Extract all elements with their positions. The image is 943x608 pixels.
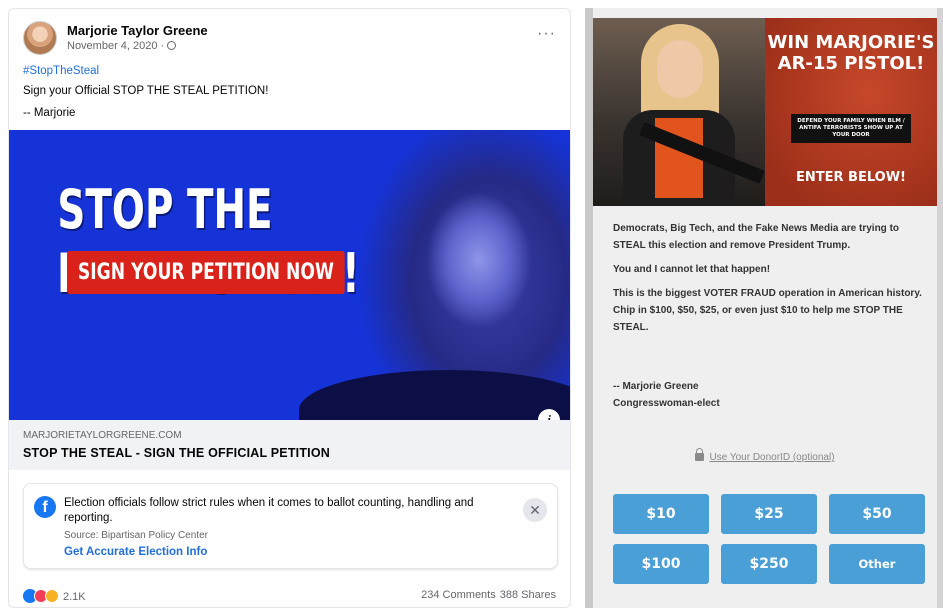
promo-text-panel: WIN MARJORIE'S AR-15 PISTOL! DEFEND YOUR… xyxy=(765,18,937,206)
comments-count[interactable]: 234 Comments xyxy=(421,589,496,601)
post-date[interactable]: November 4, 2020 · xyxy=(67,40,177,52)
notice-text: Election officials follow strict rules w… xyxy=(64,497,474,524)
facebook-logo-icon: f xyxy=(34,496,56,518)
donor-id-link[interactable]: Use Your DonorID (optional) xyxy=(593,448,937,463)
amount-button-25[interactable]: $25 xyxy=(721,494,817,534)
appeal-paragraph-2: You and I cannot let that happen! xyxy=(613,264,771,275)
signature-name: -- Marjorie Greene xyxy=(613,381,699,392)
promo-title: WIN MARJORIE'S AR-15 PISTOL! xyxy=(767,32,935,74)
appeal-paragraph-3: This is the biggest VOTER FRAUD operatio… xyxy=(613,288,922,299)
close-icon[interactable]: ✕ xyxy=(523,498,547,522)
election-info-link[interactable]: Get Accurate Election Info xyxy=(64,546,207,558)
link-preview[interactable]: MARJORIETAYLORGREENE.COM STOP THE STEAL … xyxy=(9,420,570,470)
promo-photo xyxy=(593,18,765,206)
signature-title: Congresswoman-elect xyxy=(613,398,720,409)
donation-page: WIN MARJORIE'S AR-15 PISTOL! DEFEND YOUR… xyxy=(585,8,943,608)
hero-title-line1: STOP THE xyxy=(57,178,273,241)
post-signoff: -- Marjorie xyxy=(23,107,76,119)
reactions-count: 2.1K xyxy=(63,591,86,603)
facebook-post: Marjorie Taylor Greene November 4, 2020 … xyxy=(8,8,571,608)
link-domain: MARJORIETAYLORGREENE.COM xyxy=(23,430,182,441)
promo-banner[interactable]: WIN MARJORIE'S AR-15 PISTOL! DEFEND YOUR… xyxy=(593,18,937,206)
hero-shoulder xyxy=(299,370,570,420)
amount-button-10[interactable]: $10 xyxy=(613,494,709,534)
promo-subtitle: DEFEND YOUR FAMILY WHEN BLM / ANTIFA TER… xyxy=(791,114,911,143)
amount-button-100[interactable]: $100 xyxy=(613,544,709,584)
enter-below-link[interactable]: ENTER BELOW! xyxy=(765,170,937,185)
shares-count[interactable]: 388 Shares xyxy=(500,589,556,601)
notice-source: Source: Bipartisan Policy Center xyxy=(64,530,208,541)
lock-icon xyxy=(695,448,705,461)
post-text: Sign your Official STOP THE STEAL PETITI… xyxy=(23,85,269,97)
engagement-summary: 234 Comments 388 Shares xyxy=(421,589,556,601)
election-info-notice: f Election officials follow strict rules… xyxy=(23,483,558,569)
wow-reaction-icon xyxy=(45,589,59,603)
post-header: Marjorie Taylor Greene November 4, 2020 … xyxy=(23,21,558,65)
post-hero-image[interactable]: STOP THE BIDEN STEAL! SIGN YOUR PETITION… xyxy=(9,130,570,420)
globe-icon xyxy=(167,41,177,50)
more-icon[interactable]: ··· xyxy=(537,25,556,43)
post-date-text[interactable]: November 4, 2020 · xyxy=(67,40,164,52)
promo-photo-face xyxy=(657,40,703,98)
appeal-signature: -- Marjorie Greene Congresswoman-elect xyxy=(613,378,720,412)
link-title[interactable]: STOP THE STEAL - SIGN THE OFFICIAL PETIT… xyxy=(23,446,330,460)
appeal-paragraph-4: Chip in $100, $50, $25, or even just $10… xyxy=(613,305,903,333)
reactions-summary[interactable]: 2.1K xyxy=(23,589,86,605)
amount-button-other[interactable]: Other xyxy=(829,544,925,584)
donor-id-label[interactable]: Use Your DonorID (optional) xyxy=(709,452,834,463)
hashtag-link[interactable]: #StopTheSteal xyxy=(23,65,99,77)
amount-button-50[interactable]: $50 xyxy=(829,494,925,534)
author-name[interactable]: Marjorie Taylor Greene xyxy=(67,23,208,38)
sign-petition-banner[interactable]: SIGN YOUR PETITION NOW xyxy=(67,251,345,294)
appeal-paragraph-1: Democrats, Big Tech, and the Fake News M… xyxy=(613,223,900,251)
appeal-text: Democrats, Big Tech, and the Fake News M… xyxy=(613,220,929,343)
amount-button-250[interactable]: $250 xyxy=(721,544,817,584)
avatar[interactable] xyxy=(23,21,57,55)
